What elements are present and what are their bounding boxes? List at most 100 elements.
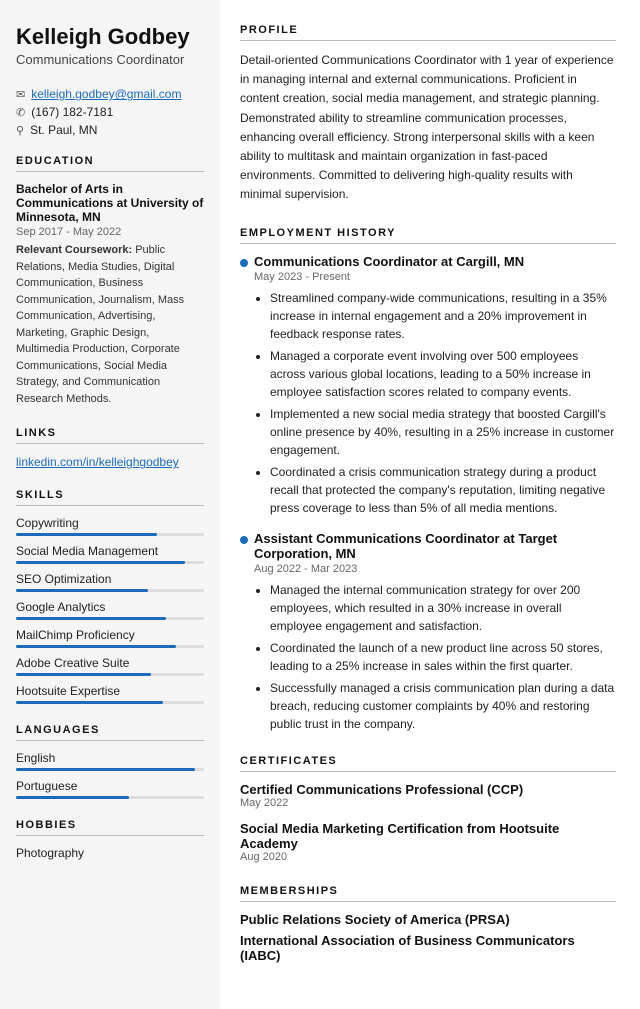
skill-bar-fill bbox=[16, 589, 148, 592]
edu-coursework: Relevant Coursework: Public Relations, M… bbox=[16, 242, 204, 407]
language-name: English bbox=[16, 751, 204, 765]
job-bullet: Managed the internal communication strat… bbox=[270, 581, 616, 635]
job-dates: Aug 2022 - Mar 2023 bbox=[254, 563, 616, 575]
membership-item: International Association of Business Co… bbox=[240, 933, 616, 963]
job-bullet: Coordinated a crisis communication strat… bbox=[270, 463, 616, 517]
sidebar-header: Kelleigh Godbey Communications Coordinat… bbox=[16, 24, 204, 67]
membership-item: Public Relations Society of America (PRS… bbox=[240, 912, 616, 927]
job-bullets: Managed the internal communication strat… bbox=[254, 581, 616, 733]
skill-item: SEO Optimization bbox=[16, 572, 204, 592]
language-name: Portuguese bbox=[16, 779, 204, 793]
certs-list: Certified Communications Professional (C… bbox=[240, 782, 616, 863]
skills-list: Copywriting Social Media Management SEO … bbox=[16, 516, 204, 704]
skill-name: MailChimp Proficiency bbox=[16, 628, 204, 642]
skill-bar-fill bbox=[16, 561, 185, 564]
job-item: Communications Coordinator at Cargill, M… bbox=[240, 254, 616, 517]
hobbies-section-title: HOBBIES bbox=[16, 819, 204, 836]
main-content: PROFILE Detail-oriented Communications C… bbox=[220, 0, 640, 1009]
job-bullets: Streamlined company-wide communications,… bbox=[254, 289, 616, 517]
phone-icon: ✆ bbox=[16, 106, 25, 119]
skill-item: Adobe Creative Suite bbox=[16, 656, 204, 676]
links-section-title: LINKS bbox=[16, 427, 204, 444]
job-bullet: Implemented a new social media strategy … bbox=[270, 405, 616, 459]
edu-dates: Sep 2017 - May 2022 bbox=[16, 226, 204, 238]
language-bar-fill bbox=[16, 768, 195, 771]
cert-name: Certified Communications Professional (C… bbox=[240, 782, 616, 797]
skill-name: Copywriting bbox=[16, 516, 204, 530]
hobby-item: Photography bbox=[16, 846, 204, 860]
skill-bar-bg bbox=[16, 645, 204, 648]
skill-bar-bg bbox=[16, 561, 204, 564]
skills-section: SKILLS Copywriting Social Media Manageme… bbox=[16, 489, 204, 704]
email-item: ✉ kelleigh.godbey@gmail.com bbox=[16, 87, 204, 101]
education-section: EDUCATION Bachelor of Arts in Communicat… bbox=[16, 155, 204, 407]
cert-date: Aug 2020 bbox=[240, 851, 616, 863]
cert-name: Social Media Marketing Certification fro… bbox=[240, 821, 616, 851]
skill-bar-bg bbox=[16, 589, 204, 592]
candidate-title: Communications Coordinator bbox=[16, 52, 204, 67]
skills-section-title: SKILLS bbox=[16, 489, 204, 506]
skill-bar-bg bbox=[16, 533, 204, 536]
skill-bar-fill bbox=[16, 617, 166, 620]
skill-bar-fill bbox=[16, 533, 157, 536]
memberships-list: Public Relations Society of America (PRS… bbox=[240, 912, 616, 963]
email-link[interactable]: kelleigh.godbey@gmail.com bbox=[31, 87, 181, 101]
education-section-title: EDUCATION bbox=[16, 155, 204, 172]
location-icon: ⚲ bbox=[16, 124, 24, 137]
candidate-name: Kelleigh Godbey bbox=[16, 24, 204, 50]
jobs-list: Communications Coordinator at Cargill, M… bbox=[240, 254, 616, 733]
cert-item: Certified Communications Professional (C… bbox=[240, 782, 616, 809]
certificates-section-title: CERTIFICATES bbox=[240, 755, 616, 772]
profile-section-title: PROFILE bbox=[240, 24, 616, 41]
links-section: LINKS linkedin.com/in/kelleighgodbey bbox=[16, 427, 204, 469]
skill-item: Social Media Management bbox=[16, 544, 204, 564]
profile-section: PROFILE Detail-oriented Communications C… bbox=[240, 24, 616, 205]
language-item: English bbox=[16, 751, 204, 771]
skill-name: Social Media Management bbox=[16, 544, 204, 558]
job-bullet: Coordinated the launch of a new product … bbox=[270, 639, 616, 675]
contact-section: ✉ kelleigh.godbey@gmail.com ✆ (167) 182-… bbox=[16, 87, 204, 137]
cert-item: Social Media Marketing Certification fro… bbox=[240, 821, 616, 863]
language-bar-bg bbox=[16, 768, 204, 771]
linkedin-link-container: linkedin.com/in/kelleighgodbey bbox=[16, 454, 204, 469]
memberships-section-title: MEMBERSHIPS bbox=[240, 885, 616, 902]
hobbies-list: Photography bbox=[16, 846, 204, 860]
phone-value: (167) 182-7181 bbox=[31, 105, 113, 119]
email-icon: ✉ bbox=[16, 88, 25, 101]
languages-section-title: LANGUAGES bbox=[16, 724, 204, 741]
sidebar: Kelleigh Godbey Communications Coordinat… bbox=[0, 0, 220, 1009]
skill-bar-fill bbox=[16, 645, 176, 648]
job-item: Assistant Communications Coordinator at … bbox=[240, 531, 616, 733]
job-title: Assistant Communications Coordinator at … bbox=[254, 531, 616, 561]
languages-section: LANGUAGES English Portuguese bbox=[16, 724, 204, 799]
skill-name: Google Analytics bbox=[16, 600, 204, 614]
profile-text: Detail-oriented Communications Coordinat… bbox=[240, 51, 616, 205]
language-bar-bg bbox=[16, 796, 204, 799]
skill-item: Google Analytics bbox=[16, 600, 204, 620]
skill-name: Hootsuite Expertise bbox=[16, 684, 204, 698]
certificates-section: CERTIFICATES Certified Communications Pr… bbox=[240, 755, 616, 863]
skill-bar-fill bbox=[16, 673, 151, 676]
skill-bar-bg bbox=[16, 673, 204, 676]
job-bullet: Successfully managed a crisis communicat… bbox=[270, 679, 616, 733]
skill-item: MailChimp Proficiency bbox=[16, 628, 204, 648]
skill-name: SEO Optimization bbox=[16, 572, 204, 586]
linkedin-link[interactable]: linkedin.com/in/kelleighgodbey bbox=[16, 455, 179, 469]
cert-date: May 2022 bbox=[240, 797, 616, 809]
job-title: Communications Coordinator at Cargill, M… bbox=[254, 254, 616, 269]
coursework-text: Public Relations, Media Studies, Digital… bbox=[16, 244, 184, 405]
employment-section: EMPLOYMENT HISTORY Communications Coordi… bbox=[240, 227, 616, 733]
skill-item: Copywriting bbox=[16, 516, 204, 536]
skill-item: Hootsuite Expertise bbox=[16, 684, 204, 704]
hobbies-section: HOBBIES Photography bbox=[16, 819, 204, 860]
phone-item: ✆ (167) 182-7181 bbox=[16, 105, 204, 119]
coursework-label: Relevant Coursework: bbox=[16, 244, 132, 256]
job-bullet: Managed a corporate event involving over… bbox=[270, 347, 616, 401]
language-bar-fill bbox=[16, 796, 129, 799]
skill-bar-fill bbox=[16, 701, 163, 704]
location-item: ⚲ St. Paul, MN bbox=[16, 123, 204, 137]
location-value: St. Paul, MN bbox=[30, 123, 97, 137]
skill-name: Adobe Creative Suite bbox=[16, 656, 204, 670]
job-dates: May 2023 - Present bbox=[254, 271, 616, 283]
language-item: Portuguese bbox=[16, 779, 204, 799]
